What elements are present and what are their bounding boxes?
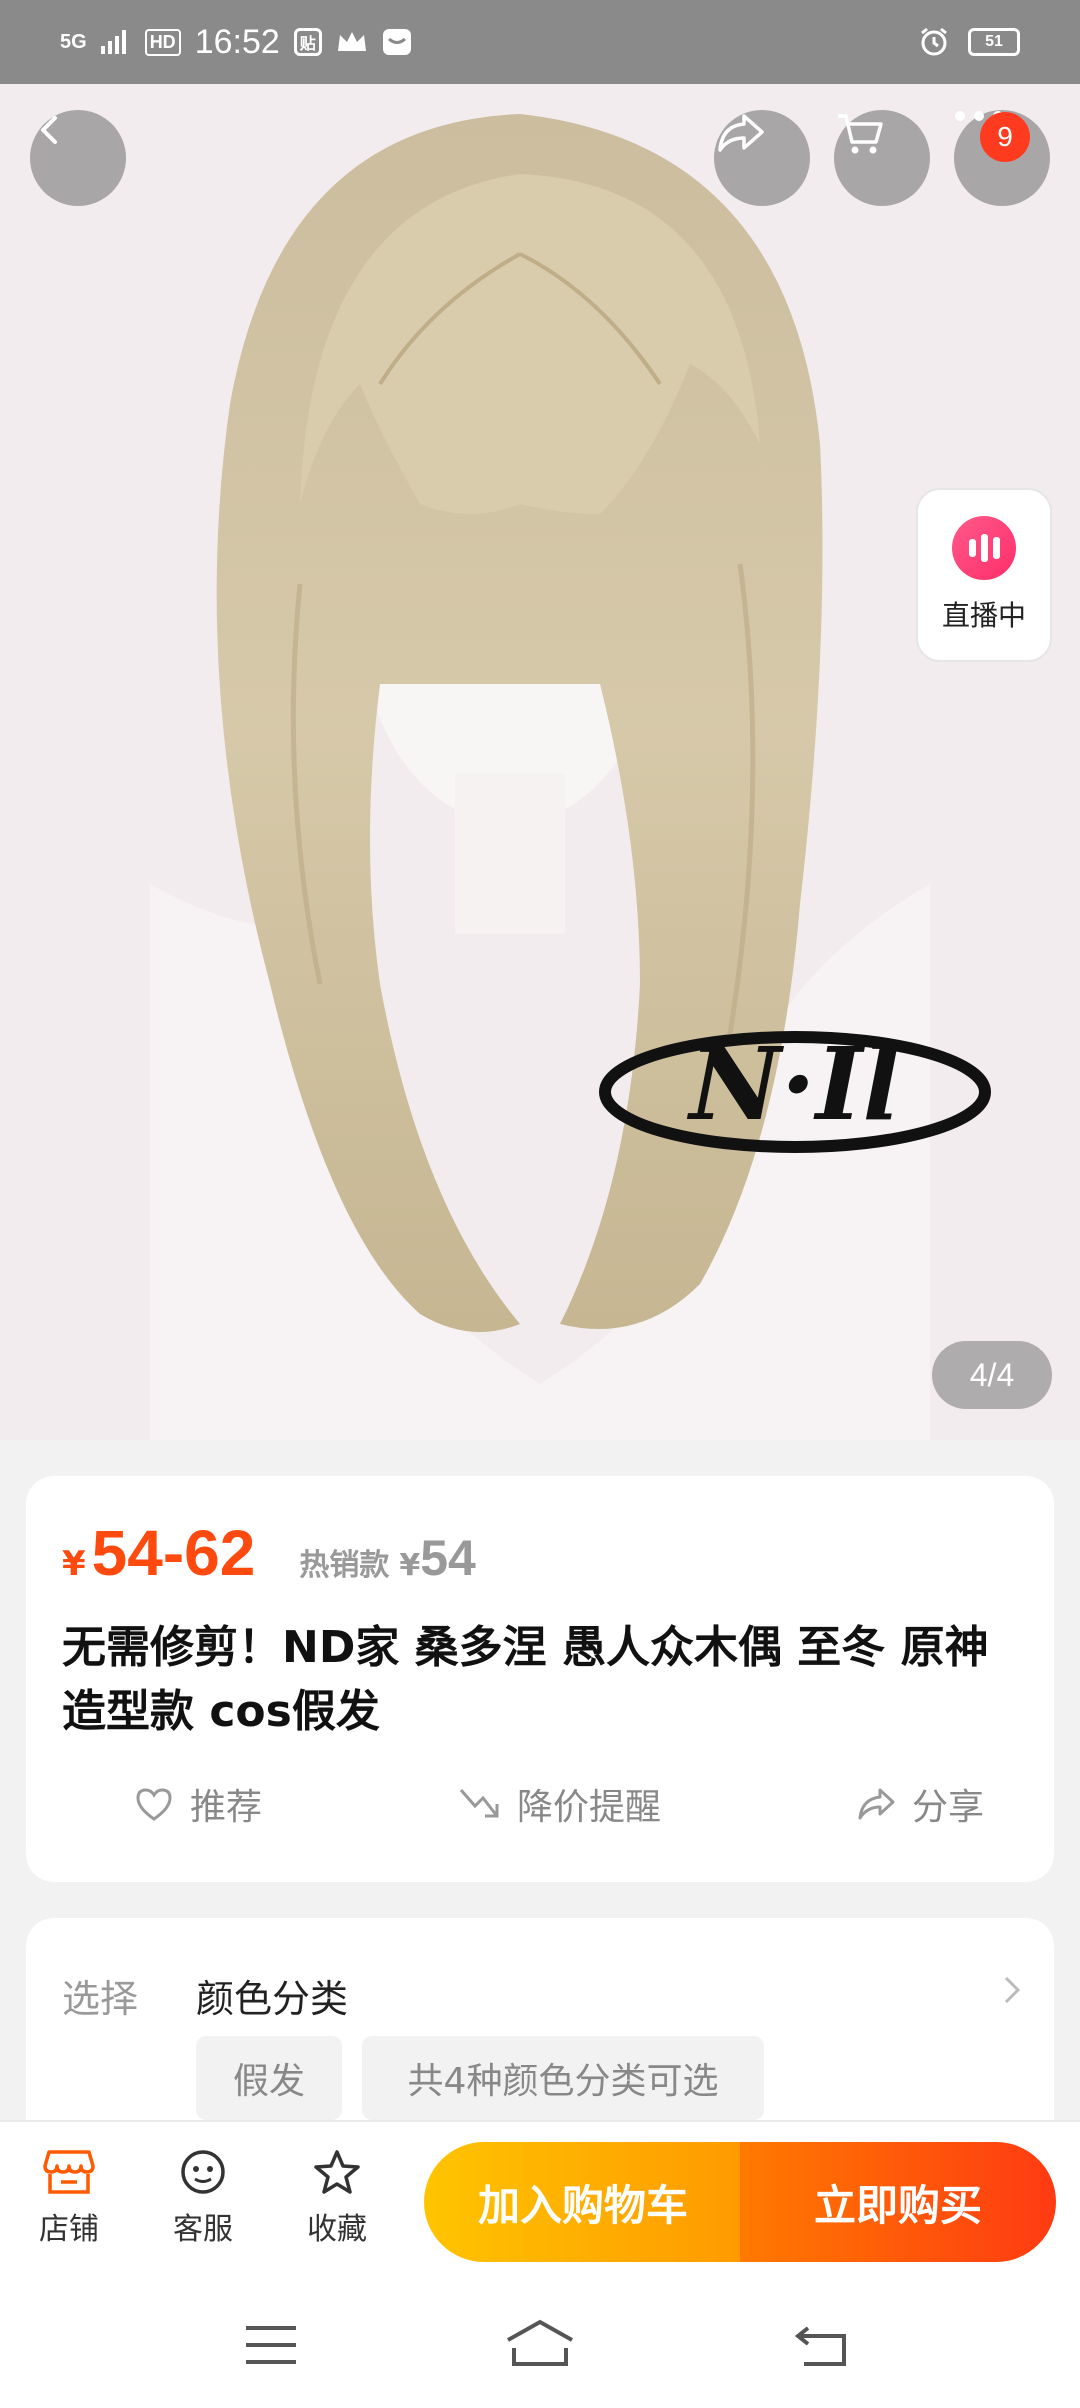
recommend-button[interactable]: 推荐 <box>134 1778 262 1830</box>
add-to-cart-button[interactable]: 加入购物车 <box>424 2142 742 2262</box>
back-nav-icon[interactable] <box>794 2322 850 2368</box>
network-indicator: 5G <box>60 31 87 53</box>
live-stream-button[interactable]: 直播中 <box>916 488 1052 662</box>
options-label: 选择 <box>62 1977 139 2021</box>
share-action-button[interactable]: 分享 <box>856 1778 984 1830</box>
back-button[interactable] <box>30 110 126 206</box>
alarm-icon <box>921 27 947 56</box>
star-icon <box>314 2150 360 2194</box>
favorite-label: 收藏 <box>307 2212 367 2247</box>
live-label: 直播中 <box>941 599 1026 632</box>
image-counter: 4/4 <box>932 1341 1052 1409</box>
share-icon <box>718 114 764 152</box>
notification-badge: 9 <box>980 112 1030 162</box>
cart-icon <box>838 114 883 154</box>
hot-sale-label: 热销款 <box>299 1548 390 1583</box>
price-row: ¥ 54-62 热销款 ¥ 54 <box>62 1516 476 1590</box>
option-chip-count[interactable]: 共4种颜色分类可选 <box>362 2036 764 2120</box>
status-bar: 5G HD 16:52 贴 51 <box>0 0 1080 84</box>
currency-symbol: ¥ <box>62 1544 86 1584</box>
chevron-right-icon <box>1004 1976 1021 2004</box>
option-chip-wig[interactable]: 假发 <box>196 2036 342 2120</box>
favorite-tab[interactable]: 收藏 <box>282 2148 392 2248</box>
customer-service-tab[interactable]: 客服 <box>148 2148 258 2248</box>
message-icon <box>382 29 411 55</box>
price-range: 54-62 <box>91 1517 256 1589</box>
chevron-left-icon <box>41 116 57 144</box>
wig-photo: N·Il <box>0 84 1080 1440</box>
heart-icon <box>136 1788 172 1821</box>
hot-currency-symbol: ¥ <box>399 1548 421 1583</box>
product-image[interactable]: N·Il 9 直播中 4/4 <box>0 84 1080 1440</box>
battery-indicator: 51 <box>968 28 1020 56</box>
menu-icon[interactable] <box>244 2324 298 2366</box>
price-alert-button[interactable]: 降价提醒 <box>457 1778 661 1830</box>
clock: 16:52 <box>194 22 280 61</box>
color-category-title: 颜色分类 <box>196 1977 349 2021</box>
share-icon <box>858 1788 895 1820</box>
app-notification-icon: 贴 <box>293 28 322 56</box>
hot-sale-price: 54 <box>420 1530 476 1586</box>
live-icon <box>952 516 1016 580</box>
cart-button[interactable] <box>834 110 930 206</box>
product-title: 无需修剪！ND家 桑多涅 愚人众木偶 至冬 原神 造型款 cos假发 <box>62 1622 989 1737</box>
system-nav-bar <box>0 2282 1080 2408</box>
buy-now-button[interactable]: 立即购买 <box>740 2142 1056 2262</box>
shop-label: 店铺 <box>39 2212 99 2247</box>
share-button[interactable] <box>714 110 810 206</box>
shop-tab[interactable]: 店铺 <box>14 2148 124 2248</box>
home-icon[interactable] <box>504 2318 576 2368</box>
customer-service-label: 客服 <box>173 2212 233 2247</box>
product-actions: 推荐 降价提醒 分享 <box>26 1778 1054 1830</box>
recommend-label: 推荐 <box>190 1787 263 1828</box>
share-label: 分享 <box>911 1787 984 1828</box>
price-alert-label: 降价提醒 <box>516 1787 661 1828</box>
service-icon <box>181 2150 225 2194</box>
trend-down-icon <box>459 1789 499 1818</box>
svg-text:N·Il: N·Il <box>687 1025 901 1143</box>
shop-icon <box>43 2150 95 2194</box>
signal-icon <box>100 30 126 54</box>
price-card: ¥ 54-62 热销款 ¥ 54 无需修剪！ND家 桑多涅 愚人众木偶 至冬 原… <box>26 1476 1054 1882</box>
hd-indicator: HD <box>144 28 181 56</box>
bottom-action-bar: 店铺 客服 收藏 加入购物车 立即购买 <box>0 2120 1080 2282</box>
crown-icon <box>337 32 366 51</box>
